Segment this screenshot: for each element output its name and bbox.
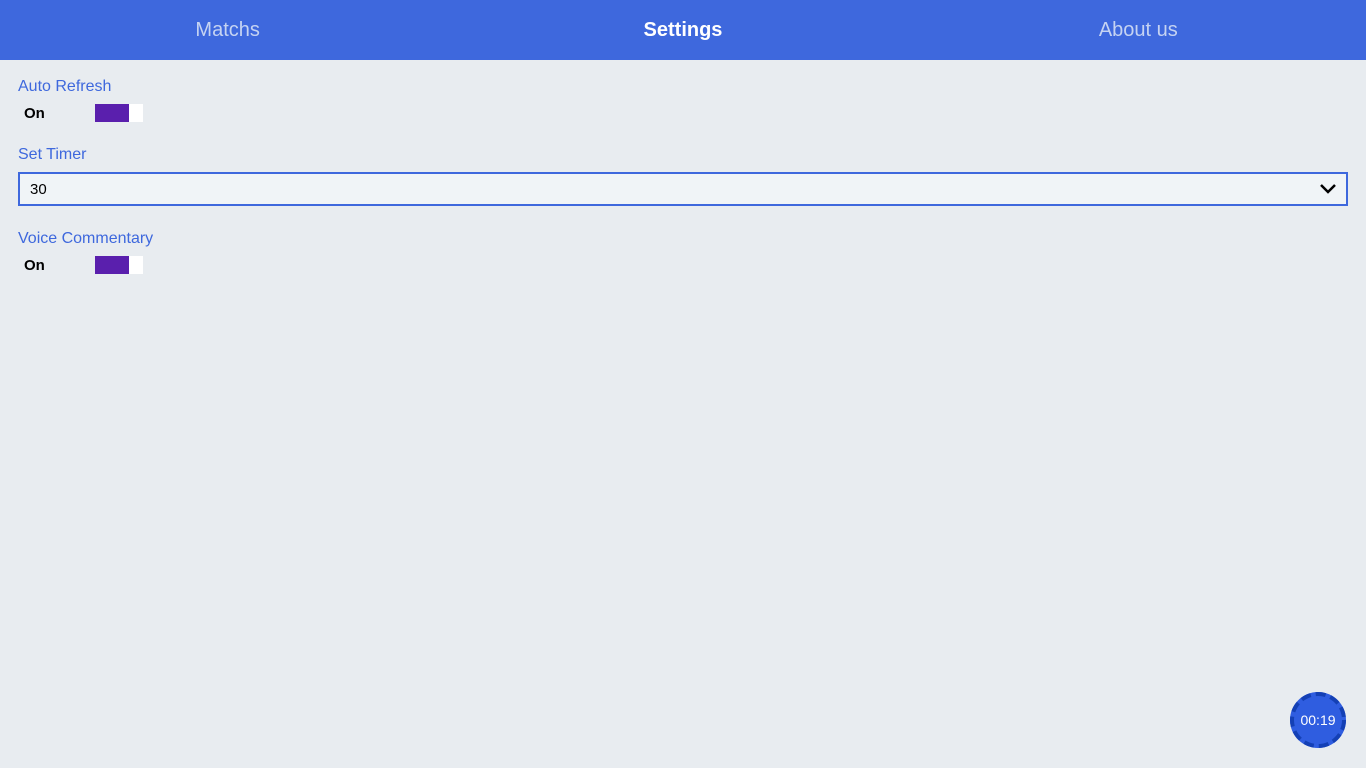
set-timer-dropdown[interactable] [18, 172, 1348, 206]
timer-badge[interactable]: 00:19 [1288, 690, 1348, 750]
voice-commentary-label: Voice Commentary [18, 230, 1348, 248]
auto-refresh-group: Auto Refresh On [18, 78, 1348, 122]
settings-content: Auto Refresh On Set Timer Voice Commenta… [0, 60, 1366, 316]
timer-text: 00:19 [1300, 712, 1335, 728]
toggle-fill [95, 104, 129, 122]
set-timer-group: Set Timer [18, 146, 1348, 206]
auto-refresh-label: Auto Refresh [18, 78, 1348, 96]
set-timer-label: Set Timer [18, 146, 1348, 164]
voice-commentary-toggle[interactable] [95, 256, 143, 274]
tab-settings[interactable]: Settings [455, 19, 910, 42]
voice-commentary-group: Voice Commentary On [18, 230, 1348, 274]
voice-commentary-state: On [24, 257, 45, 274]
auto-refresh-state: On [24, 105, 45, 122]
tab-about[interactable]: About us [911, 19, 1366, 42]
set-timer-dropdown-container [18, 172, 1348, 206]
voice-commentary-row: On [24, 256, 1348, 274]
top-nav-bar: Matchs Settings About us [0, 0, 1366, 60]
auto-refresh-row: On [24, 104, 1348, 122]
toggle-fill [95, 256, 129, 274]
auto-refresh-toggle[interactable] [95, 104, 143, 122]
tab-matchs[interactable]: Matchs [0, 19, 455, 42]
